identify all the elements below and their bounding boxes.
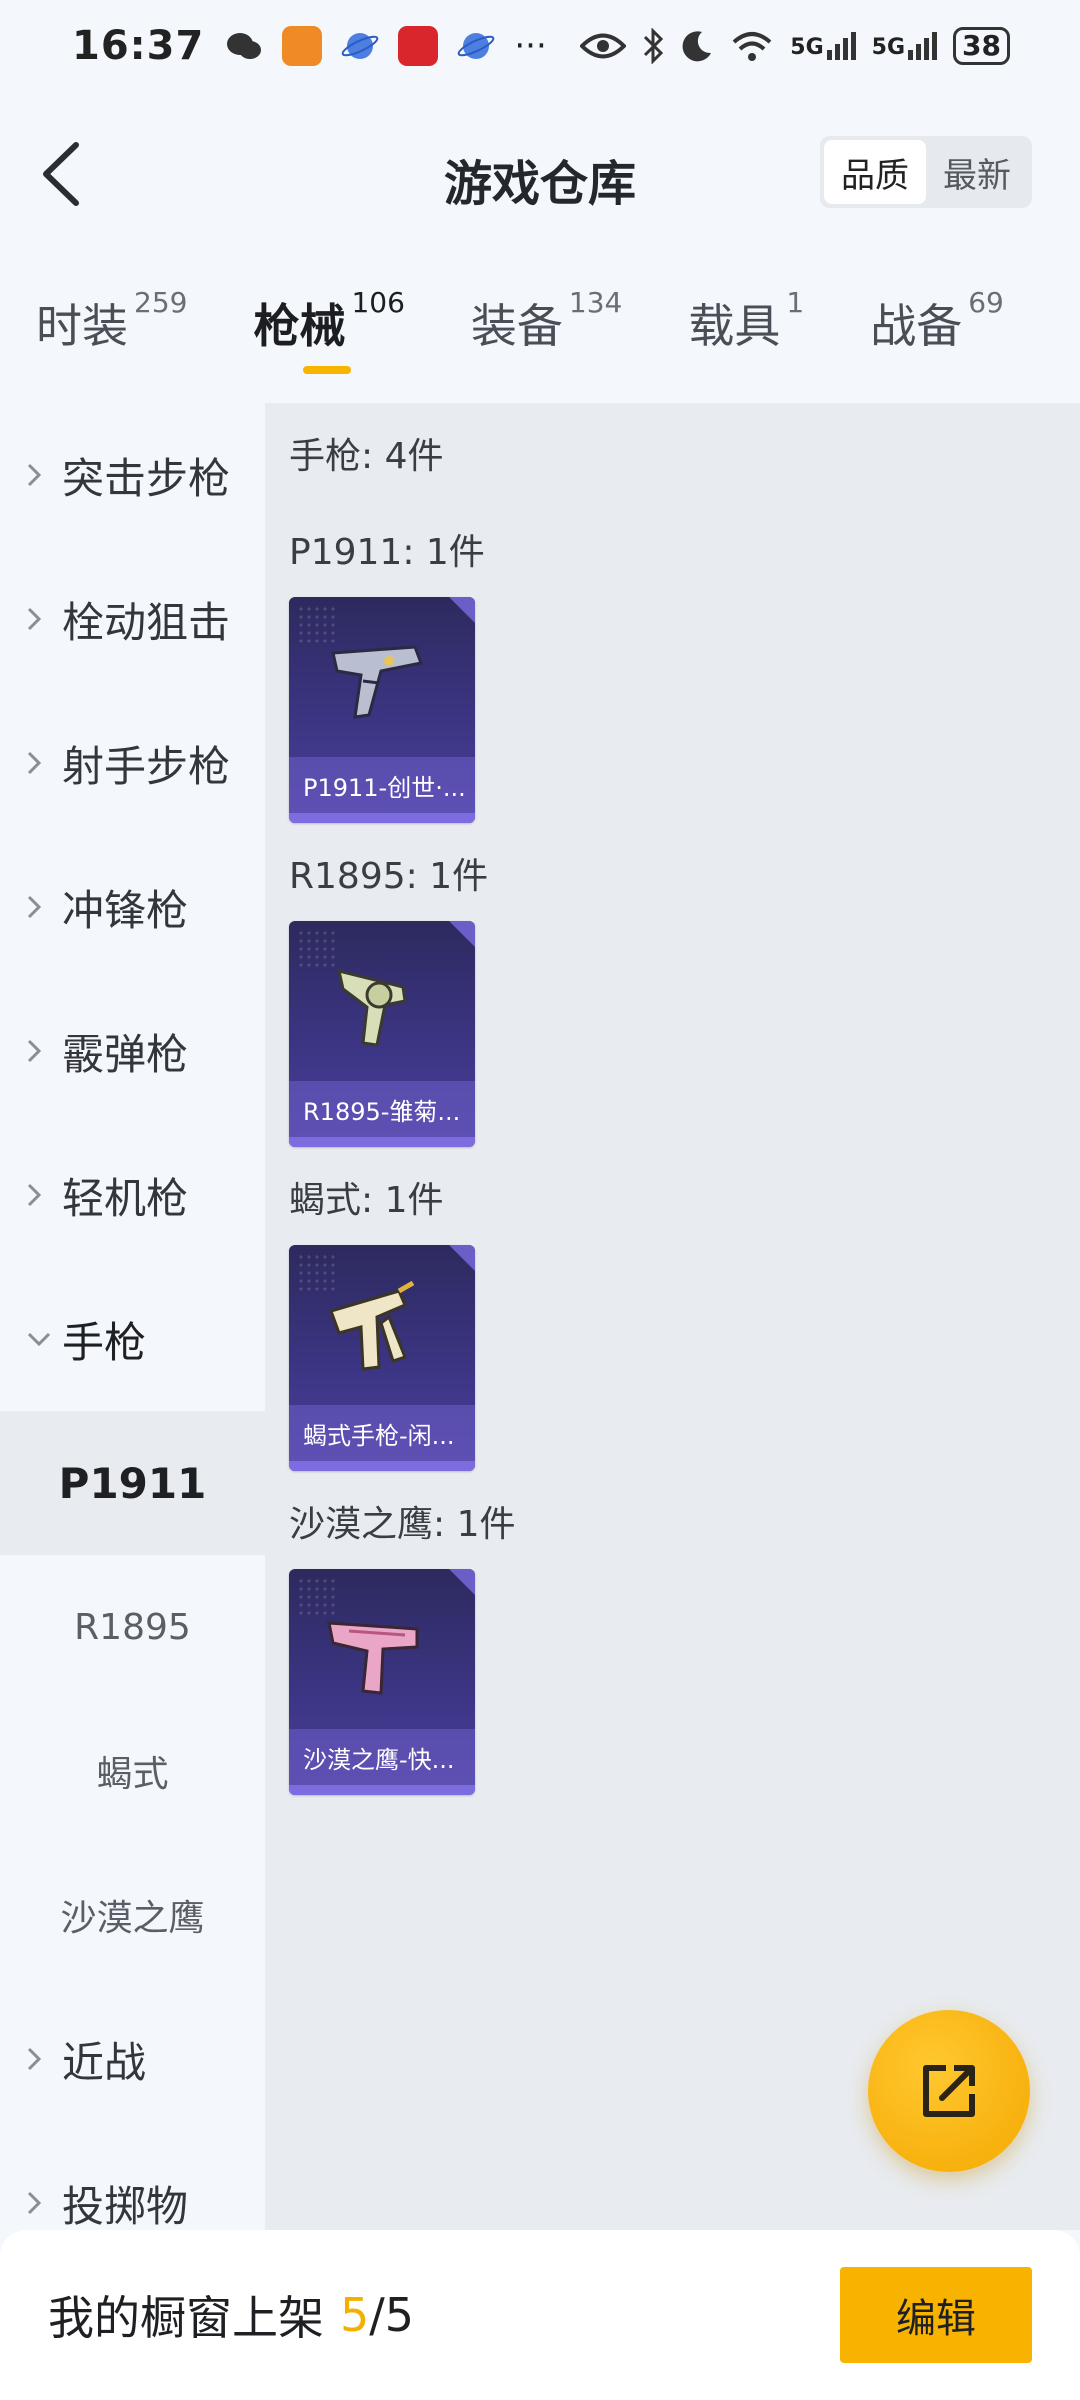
edit-button[interactable]: 编辑 (840, 2267, 1032, 2363)
sidebar-subitem-desert-eagle[interactable]: 沙漠之鹰 (0, 1843, 265, 1987)
active-tab-indicator (303, 366, 352, 374)
sidebar-item-melee[interactable]: 近战 (0, 1987, 265, 2131)
sort-by-quality[interactable]: 品质 (824, 140, 926, 204)
chevron-right-icon (27, 607, 42, 631)
chevron-right-icon (27, 1183, 42, 1207)
sidebar-item-smg[interactable]: 冲锋枪 (0, 835, 265, 979)
wifi-icon (732, 32, 772, 61)
wechat-icon (227, 33, 262, 59)
group-title-desert-eagle: 沙漠之鹰: 1件 (289, 1504, 516, 1545)
tab-supplies[interactable]: 战备 69 (870, 286, 1004, 356)
status-indicators: 5G 5G 38 (580, 27, 1010, 65)
sidebar-item-shotgun[interactable]: 霰弹枪 (0, 979, 265, 1123)
chevron-right-icon (27, 1039, 42, 1063)
item-name: R1895-雏菊... (289, 1081, 475, 1137)
sidebar-item-marksman-rifle[interactable]: 射手步枪 (0, 691, 265, 835)
share-button[interactable] (868, 2010, 1030, 2172)
share-external-icon (923, 2065, 975, 2117)
item-card-desert-eagle[interactable]: 沙漠之鹰-快... (289, 1569, 475, 1795)
signal-5g-icon-2: 5G (872, 32, 938, 60)
bluetooth-icon (644, 28, 664, 64)
item-card-scorpion[interactable]: 蝎式手枪-闲... (289, 1245, 475, 1471)
desert-eagle-image (327, 1621, 419, 1695)
tab-firearms[interactable]: 枪械 106 (253, 286, 405, 374)
showcase-count: 5 (340, 2288, 370, 2342)
item-card-r1895[interactable]: R1895-雏菊... (289, 921, 475, 1147)
eye-icon (580, 33, 627, 59)
showcase-label: 我的橱窗上架 (48, 2291, 324, 2345)
app-notification-icon (282, 26, 323, 66)
tab-vehicles[interactable]: 载具 1 (688, 286, 804, 356)
chevron-right-icon (27, 2047, 42, 2071)
chevron-right-icon (27, 2191, 42, 2215)
planet-icon (457, 33, 495, 59)
pistol-image (331, 645, 424, 719)
item-list: 手枪: 4件 P1911: 1件 P1911-创世·... R1895: 1件 … (265, 403, 1080, 2230)
item-name: 沙漠之鹰-快... (289, 1729, 475, 1785)
status-time: 16:37 (72, 23, 205, 69)
sidebar-item-assault-rifle[interactable]: 突击步枪 (0, 403, 265, 547)
section-title: 手枪: 4件 (289, 436, 444, 477)
status-bar: 16:37 ··· 5G 5G 38 (0, 0, 1080, 92)
tab-equipment[interactable]: 装备 134 (471, 286, 622, 356)
showcase-separator: / (369, 2288, 385, 2342)
category-sidebar: 突击步枪 栓动狙击 射手步枪 冲锋枪 霰弹枪 轻机枪 手枪 P1911 R189… (0, 403, 265, 2231)
showcase-bar: 我的橱窗上架 5 / 5 编辑 (0, 2230, 1080, 2400)
sidebar-subitem-p1911[interactable]: P1911 (0, 1411, 265, 1555)
group-title-p1911: P1911: 1件 (289, 532, 485, 573)
smg-pistol-image (329, 1280, 415, 1371)
tab-fashion[interactable]: 时装 259 (36, 286, 187, 356)
notification-icons: ··· (224, 26, 547, 66)
sidebar-item-lmg[interactable]: 轻机枪 (0, 1123, 265, 1267)
sidebar-item-bolt-sniper[interactable]: 栓动狙击 (0, 547, 265, 691)
panda-app-icon (398, 26, 439, 66)
showcase-total: 5 (384, 2288, 415, 2342)
chevron-right-icon (27, 463, 42, 487)
chevron-right-icon (27, 895, 42, 919)
signal-5g-icon: 5G (790, 32, 856, 60)
sort-by-newest[interactable]: 最新 (926, 140, 1028, 204)
more-notifications-icon: ··· (514, 26, 547, 66)
sort-toggle: 品质 最新 (820, 136, 1032, 208)
chevron-right-icon (27, 751, 42, 775)
header: 游戏仓库 品质 最新 (0, 92, 1080, 257)
chevron-down-icon (27, 1332, 51, 1347)
group-title-r1895: R1895: 1件 (289, 856, 489, 897)
sidebar-subitem-r1895[interactable]: R1895 (0, 1555, 265, 1699)
battery-indicator: 38 (953, 27, 1010, 65)
planet-icon (341, 33, 379, 59)
item-name: P1911-创世·... (289, 757, 475, 813)
category-tabs: 时装 259 枪械 106 装备 134 载具 1 战备 69 (0, 286, 1080, 400)
sidebar-subitem-scorpion[interactable]: 蝎式 (0, 1699, 265, 1843)
moon-icon (682, 31, 712, 62)
group-title-scorpion: 蝎式: 1件 (289, 1180, 444, 1221)
item-card-p1911[interactable]: P1911-创世·... (289, 597, 475, 823)
sidebar-item-pistol[interactable]: 手枪 (0, 1267, 265, 1411)
revolver-image (337, 968, 407, 1047)
item-name: 蝎式手枪-闲... (289, 1405, 475, 1461)
